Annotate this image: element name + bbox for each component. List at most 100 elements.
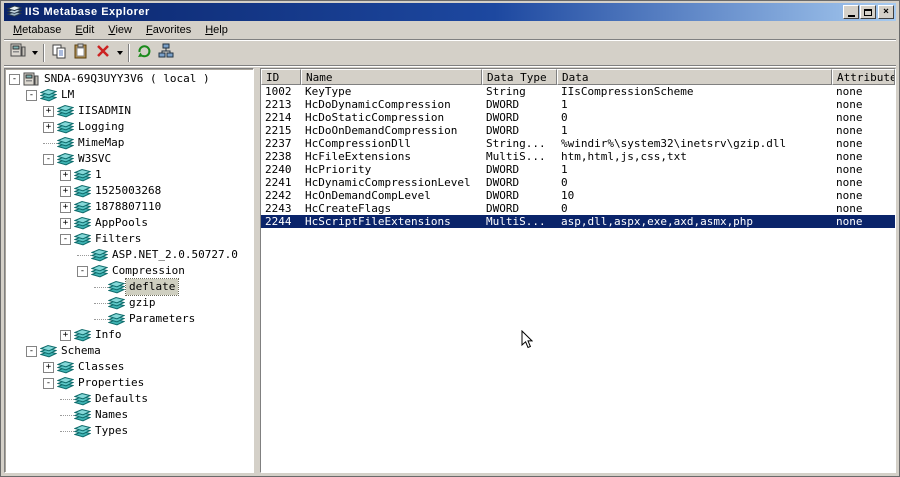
tree-node-1878807110[interactable]: +1878807110 [5, 199, 253, 215]
metabase-key-icon [74, 200, 92, 215]
collapse-box-icon[interactable]: - [43, 377, 54, 389]
menu-favorites[interactable]: Favorites [139, 22, 198, 39]
network-button[interactable] [155, 42, 177, 64]
list-row-2243[interactable]: 2243 HcCreateFlags DWORD 0 none [261, 202, 895, 215]
metabase-key-icon [57, 104, 75, 119]
list-row-1002[interactable]: 1002 KeyType String IIsCompressionScheme non… [261, 85, 895, 98]
tree-node-deflate[interactable]: deflate [5, 278, 253, 296]
delete-button[interactable] [92, 42, 114, 64]
tree-node-gzip[interactable]: gzip [5, 295, 253, 311]
connect-dropdown-button[interactable] [29, 42, 40, 64]
menu-edit[interactable]: Edit [68, 22, 101, 39]
list-row-2215[interactable]: 2215 HcDoOnDemandCompression DWORD 1 none [261, 124, 895, 137]
list-view: IDNameData TypeDataAttributes 1002 KeyTyp… [260, 68, 896, 473]
menu-help[interactable]: Help [198, 22, 235, 39]
metabase-key-icon [91, 248, 109, 263]
expand-box-icon[interactable]: + [60, 185, 71, 197]
cell-type: DWORD [486, 111, 520, 124]
cell-id: 2244 [265, 215, 292, 228]
collapse-box-icon[interactable]: - [9, 73, 20, 85]
expand-box-icon[interactable]: + [43, 105, 54, 117]
paste-button[interactable] [70, 42, 92, 64]
cell-data: htm,html,js,css,txt [561, 150, 687, 163]
cell-data: 0 [561, 202, 568, 215]
list-row-2244[interactable]: 2244 HcScriptFileExtensions MultiS... asp,d… [261, 215, 895, 228]
tree-node-parameters[interactable]: Parameters [5, 311, 253, 327]
tree-node-apppools[interactable]: + AppPools [5, 215, 253, 231]
list-row-2240[interactable]: 2240 HcPriority DWORD 1 none [261, 163, 895, 176]
expand-box-icon[interactable]: + [43, 121, 54, 133]
column-header-data[interactable]: Data [557, 69, 832, 85]
tree-node-names[interactable]: Names [5, 407, 253, 423]
column-header-name[interactable]: Name [301, 69, 482, 85]
refresh-button[interactable] [133, 42, 155, 64]
cell-attributes: none [836, 85, 863, 98]
cell-data: 1 [561, 124, 568, 137]
tree-node-logging[interactable]: + Logging [5, 119, 253, 135]
tree-node-schema[interactable]: - Schema [5, 343, 253, 359]
tree-node-types[interactable]: Types [5, 423, 253, 439]
cell-data: asp,dll,aspx,exe,axd,asmx,php [561, 215, 754, 228]
cell-id: 2240 [265, 163, 292, 176]
list-row-2242[interactable]: 2242 HcOnDemandCompLevel DWORD 10 none [261, 189, 895, 202]
delete-dropdown-button[interactable] [114, 42, 125, 64]
tree-node-properties[interactable]: - Properties [5, 375, 253, 391]
collapse-box-icon[interactable]: - [77, 265, 88, 277]
tree-node-1525003268[interactable]: +1525003268 [5, 183, 253, 199]
cell-type: DWORD [486, 176, 520, 189]
column-header-id[interactable]: ID [261, 69, 301, 85]
collapse-box-icon[interactable]: - [26, 345, 37, 357]
tree-node-lm[interactable]: - LM [5, 87, 253, 103]
minimize-button[interactable] [843, 5, 859, 19]
expand-box-icon[interactable]: + [60, 169, 71, 181]
menu-metabase[interactable]: Metabase [6, 22, 68, 39]
tree-node-w3svc[interactable]: - W3SVC [5, 151, 253, 167]
list-row-2238[interactable]: 2238 HcFileExtensions MultiS... htm,html,js… [261, 150, 895, 163]
expand-box-icon[interactable]: + [60, 201, 71, 213]
tree-node-defaults[interactable]: Defaults [5, 391, 253, 407]
tree-node-info[interactable]: + Info [5, 327, 253, 343]
collapse-box-icon[interactable]: - [26, 89, 37, 101]
list-header: IDNameData TypeDataAttributes [261, 69, 895, 85]
window-title: IIS Metabase Explorer [25, 6, 150, 18]
tree-node-1[interactable]: +1 [5, 167, 253, 183]
cell-name: HcDoDynamicCompression [305, 98, 451, 111]
maximize-button[interactable] [860, 5, 876, 19]
tree-node-snda-69q3uyy3v6-local[interactable]: - SNDA-69Q3UYY3V6 ( local ) [5, 71, 253, 87]
tree-node-compression[interactable]: - Compression [5, 263, 253, 279]
copy-button[interactable] [48, 42, 70, 64]
menu-view[interactable]: View [101, 22, 139, 39]
column-header-attributes[interactable]: Attributes [832, 69, 895, 85]
list-row-2214[interactable]: 2214 HcDoStaticCompression DWORD 0 none [261, 111, 895, 124]
collapse-box-icon[interactable]: - [43, 153, 54, 165]
collapse-box-icon[interactable]: - [60, 233, 71, 245]
metabase-key-icon [57, 136, 75, 151]
list-row-2237[interactable]: 2237 HcCompressionDll String... %windir%\sy… [261, 137, 895, 150]
expand-box-icon[interactable]: + [60, 329, 71, 341]
cell-attributes: none [836, 98, 863, 111]
cell-name: HcCreateFlags [305, 202, 392, 215]
tree-node-filters[interactable]: - Filters [5, 231, 253, 247]
tree-node-classes[interactable]: + Classes [5, 359, 253, 375]
title-bar[interactable]: IIS Metabase Explorer × [4, 3, 896, 21]
cell-type: DWORD [486, 98, 520, 111]
expand-box-icon[interactable]: + [60, 217, 71, 229]
tree-node-mimemap[interactable]: MimeMap [5, 135, 253, 151]
expand-box-icon[interactable]: + [43, 361, 54, 373]
connect-button[interactable] [7, 42, 29, 64]
close-button[interactable]: × [878, 5, 894, 19]
list-row-2241[interactable]: 2241 HcDynamicCompressionLevel DWORD 0 none [261, 176, 895, 189]
tree-node-asp-net-2-0-50727-0[interactable]: ASP.NET_2.0.50727.0 [5, 247, 253, 263]
cell-id: 2238 [265, 150, 292, 163]
cell-type: String... [486, 137, 546, 150]
tree-node-iisadmin[interactable]: + IISADMIN [5, 103, 253, 119]
column-header-data-type[interactable]: Data Type [482, 69, 557, 85]
list-row-2213[interactable]: 2213 HcDoDynamicCompression DWORD 1 none [261, 98, 895, 111]
cell-type: DWORD [486, 189, 520, 202]
